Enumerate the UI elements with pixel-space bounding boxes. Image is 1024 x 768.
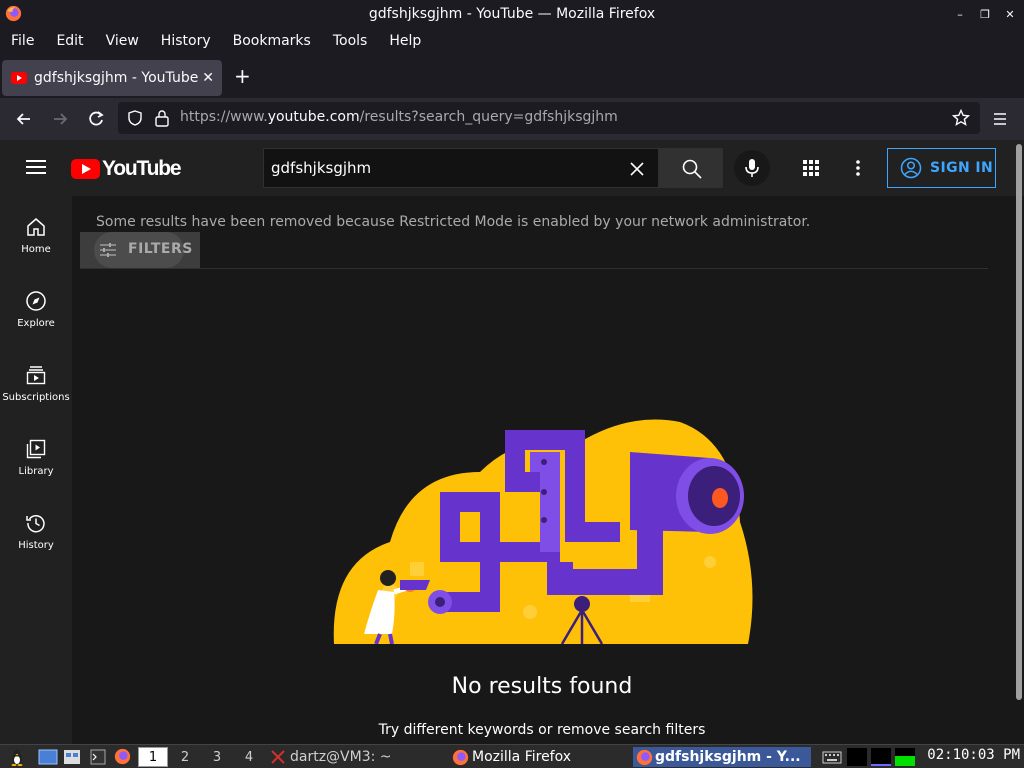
new-tab-button[interactable]: + (234, 66, 251, 86)
window-title: gdfshjksgjhm - YouTube — Mozilla Firefox (368, 6, 656, 22)
reload-button[interactable] (86, 109, 106, 129)
filters-label: FILTERS (128, 241, 193, 257)
workspace-2-button[interactable]: 2 (170, 747, 200, 767)
tab-title: gdfshjksgjhm - YouTube (34, 70, 199, 86)
youtube-logo[interactable]: YouTube (71, 157, 182, 181)
terminal-icon (271, 750, 285, 764)
page-scrollbar[interactable] (1016, 144, 1022, 700)
filters-button[interactable]: FILTERS (80, 232, 200, 268)
memory-monitor-icon (871, 748, 891, 766)
guide-item-home[interactable]: Home (0, 200, 72, 274)
guide-item-library[interactable]: Library (0, 422, 72, 496)
subscriptions-icon (26, 366, 46, 385)
guide-label: Subscriptions (2, 392, 70, 403)
guide-label: Explore (17, 318, 55, 329)
app-menu-icon[interactable] (990, 109, 1010, 129)
firefox-launcher-icon[interactable] (114, 748, 131, 765)
task-terminal[interactable]: dartz@VM3: ~ (270, 747, 392, 767)
tab-close-icon[interactable]: ✕ (202, 70, 214, 86)
compass-icon (26, 291, 46, 311)
search-input[interactable]: gdfshjksgjhm (263, 148, 659, 188)
task-firefox[interactable]: Mozilla Firefox (452, 747, 571, 767)
youtube-apps-icon[interactable] (801, 158, 821, 178)
history-icon (26, 514, 45, 533)
menu-bar: File Edit View History Bookmarks Tools H… (0, 28, 1024, 54)
guide-label: Home (21, 244, 51, 255)
no-results-illustration (333, 419, 753, 644)
sign-in-label: SIGN IN (930, 160, 994, 176)
menu-bookmarks[interactable]: Bookmarks (222, 33, 322, 49)
sign-in-button[interactable]: SIGN IN (887, 148, 996, 188)
navigation-toolbar: https://www.youtube.com/results?search_q… (0, 98, 1024, 140)
account-circle-icon (900, 157, 922, 179)
keyboard-icon[interactable] (822, 749, 842, 765)
youtube-play-icon (71, 159, 100, 179)
search-icon (682, 159, 702, 179)
task-label: gdfshjksgjhm - Y... (655, 749, 801, 765)
guide-item-explore[interactable]: Explore (0, 274, 72, 348)
firefox-icon (636, 749, 653, 765)
url-text[interactable]: https://www.youtube.com/results?search_q… (180, 109, 618, 125)
clock: 02:10:03 PM (927, 747, 1020, 763)
no-results-title: No results found (451, 674, 633, 699)
search-button[interactable] (659, 148, 723, 188)
lock-icon[interactable] (154, 109, 170, 127)
tab-strip: gdfshjksgjhm - YouTube ✕ + (0, 56, 1024, 98)
linux-menu-icon[interactable] (8, 748, 26, 766)
minimize-button[interactable]: – (952, 6, 968, 22)
menu-view[interactable]: View (95, 33, 150, 49)
tune-filters-icon (100, 243, 116, 257)
youtube-header: YouTube gdfshjksgjhm SIGN IN (0, 140, 1024, 196)
url-bar[interactable]: https://www.youtube.com/results?search_q… (118, 102, 980, 134)
forward-button[interactable] (50, 109, 70, 129)
window-titlebar: gdfshjksgjhm - YouTube — Mozilla Firefox… (0, 0, 1024, 28)
menu-help[interactable]: Help (378, 33, 432, 49)
menu-edit[interactable]: Edit (45, 33, 94, 49)
restricted-mode-notice: Some results have been removed because R… (96, 214, 811, 230)
network-monitor-icon (895, 748, 915, 766)
youtube-page: YouTube gdfshjksgjhm SIGN IN Home Explor… (0, 140, 1024, 744)
restore-button[interactable]: ❐ (977, 6, 993, 22)
no-results-hint: Try different keywords or remove search … (378, 722, 706, 738)
guide-label: History (18, 540, 54, 551)
menu-tools[interactable]: Tools (322, 33, 379, 49)
firefox-icon (5, 5, 22, 22)
search-query-text[interactable]: gdfshjksgjhm (271, 159, 371, 177)
taskbar: 1 2 3 4 dartz@VM3: ~ Mozilla Firefox gdf… (0, 744, 1024, 768)
settings-more-icon[interactable] (848, 158, 868, 178)
youtube-guide-sidebar: Home Explore Subscriptions Library Histo… (0, 196, 72, 744)
guide-label: Library (18, 466, 54, 477)
guide-menu-icon[interactable] (26, 160, 46, 174)
desktop-icon[interactable] (38, 749, 58, 765)
guide-item-subscriptions[interactable]: Subscriptions (0, 348, 72, 422)
window-list-icon[interactable] (63, 749, 81, 765)
menu-file[interactable]: File (0, 33, 45, 49)
microphone-icon (745, 159, 759, 177)
workspace-3-button[interactable]: 3 (202, 747, 232, 767)
voice-search-button[interactable] (734, 150, 770, 186)
youtube-logo-text: YouTube (102, 157, 182, 180)
bookmark-star-icon[interactable] (952, 109, 970, 127)
guide-item-history[interactable]: History (0, 496, 72, 570)
workspace-4-button[interactable]: 4 (234, 747, 264, 767)
menu-history[interactable]: History (150, 33, 222, 49)
task-label: Mozilla Firefox (472, 749, 572, 765)
firefox-icon (452, 749, 469, 765)
back-button[interactable] (14, 109, 34, 129)
clear-search-icon[interactable] (628, 160, 646, 178)
cpu-monitor-icon (847, 748, 867, 766)
close-window-button[interactable]: ✕ (1002, 6, 1018, 22)
youtube-favicon-icon (11, 72, 27, 84)
task-label: dartz@VM3: ~ (290, 749, 392, 765)
terminal-launcher-icon[interactable] (90, 749, 106, 765)
task-youtube-window[interactable]: gdfshjksgjhm - Y... (633, 747, 811, 767)
shield-icon[interactable] (127, 110, 143, 126)
workspace-1-button[interactable]: 1 (138, 747, 168, 767)
library-icon (26, 439, 46, 459)
results-divider (80, 268, 988, 269)
tab-youtube[interactable]: gdfshjksgjhm - YouTube ✕ (2, 60, 222, 96)
home-icon (27, 218, 45, 236)
